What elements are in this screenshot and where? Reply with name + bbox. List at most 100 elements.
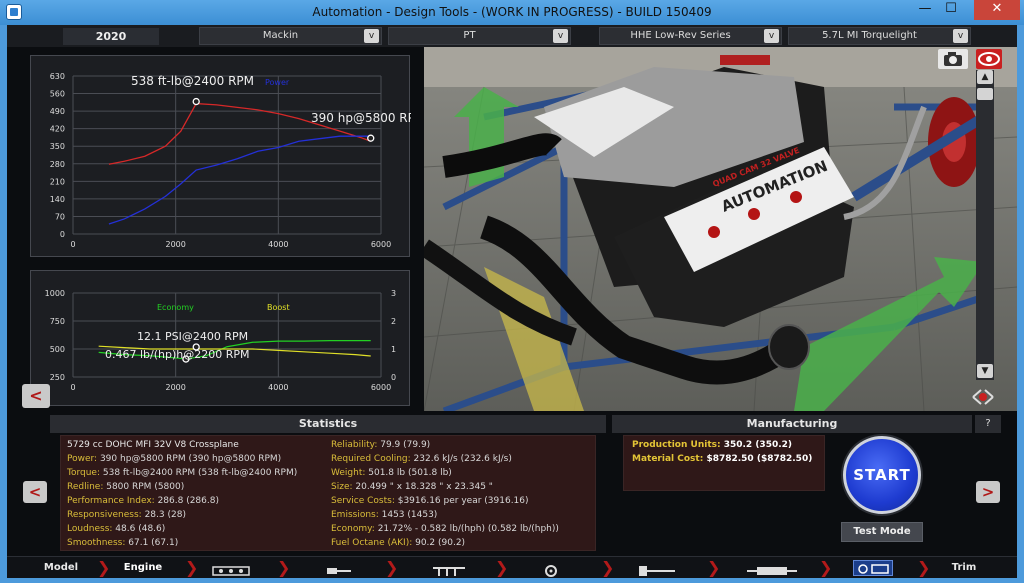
dyno-icon[interactable] bbox=[853, 560, 893, 576]
power-peak-label: 390 hp@5800 RPM bbox=[311, 111, 411, 125]
stat-base: (48.6) bbox=[135, 524, 166, 534]
stat-base: (232.6 kJ/s) bbox=[457, 454, 512, 464]
close-button[interactable]: ✕ bbox=[974, 0, 1020, 20]
x-tick-label: 0 bbox=[70, 240, 75, 249]
stat-value: 67.1 bbox=[128, 538, 149, 548]
window-title: Automation - Design Tools - (WORK IN PRO… bbox=[312, 5, 712, 19]
stat-base: (538 ft-lb@2400 RPM) bbox=[195, 468, 298, 478]
production-units: Production Units: 350.2 (350.2) bbox=[632, 440, 792, 450]
variant-dropdown[interactable]: PT v bbox=[388, 27, 571, 45]
help-button[interactable]: ? bbox=[975, 415, 1001, 433]
head-icon[interactable] bbox=[325, 562, 353, 574]
engine-family-dropdown[interactable]: HHE Low-Rev Series v bbox=[599, 27, 782, 45]
chevron-down-icon[interactable]: v bbox=[364, 29, 379, 43]
stat-left-row: Power: 390 hp@5800 RPM (390 hp@5800 RPM) bbox=[67, 454, 281, 464]
production-units-base: (350.2) bbox=[752, 440, 793, 450]
back-button[interactable]: < bbox=[22, 384, 50, 408]
start-button[interactable]: START bbox=[843, 436, 921, 514]
stat-label: Fuel Octane (AKI): bbox=[331, 538, 416, 548]
torque-peak-label: 538 ft-lb@2400 RPM bbox=[131, 74, 254, 88]
engine-variant-dropdown[interactable]: 5.7L MI Torquelight v bbox=[788, 27, 971, 45]
bottom-navigation: Model ❯ Engine ❯ ❯ ❯ ❯ ❯ ❯ ❯ ❯ Trim bbox=[7, 556, 1017, 578]
stat-label: Responsiveness: bbox=[67, 510, 145, 520]
viewport-zoom-scrollbar[interactable]: ▲ ▼ bbox=[976, 70, 994, 380]
y-tick-label-left: 500 bbox=[50, 345, 65, 354]
stat-left-row: Loudness: 48.6 (48.6) bbox=[67, 524, 165, 534]
stat-label: Redline: bbox=[67, 482, 107, 492]
camera-icon[interactable] bbox=[938, 49, 968, 69]
maximize-button[interactable]: ☐ bbox=[938, 0, 964, 20]
nav-separator: ❯ bbox=[385, 558, 399, 577]
stat-value: 79.9 bbox=[380, 440, 401, 450]
stat-label: Loudness: bbox=[67, 524, 116, 534]
nav-separator: ❯ bbox=[601, 558, 615, 577]
turbo-icon[interactable] bbox=[539, 562, 563, 577]
exhaust-icon[interactable] bbox=[747, 562, 797, 575]
boost-legend: Boost bbox=[267, 303, 290, 312]
stat-label: Service Costs: bbox=[331, 496, 398, 506]
family-dropdown[interactable]: Mackin v bbox=[199, 27, 382, 45]
reset-view-icon[interactable] bbox=[969, 387, 997, 407]
nav-engine[interactable]: Engine bbox=[109, 557, 177, 579]
eye-icon[interactable] bbox=[976, 49, 1002, 69]
y-tick-label: 280 bbox=[50, 160, 65, 169]
stat-base: (0.582 lb/(hph)) bbox=[485, 524, 559, 534]
crank-icon[interactable] bbox=[431, 562, 467, 576]
window-frame-left bbox=[0, 25, 7, 583]
x-tick-label: 4000 bbox=[268, 383, 288, 392]
stat-label: Reliability: bbox=[331, 440, 381, 450]
nav-separator: ❯ bbox=[97, 558, 111, 577]
stat-value: $3916.16 per year bbox=[397, 496, 482, 506]
material-cost-base: ($8782.50) bbox=[753, 454, 813, 464]
stat-value: 390 hp@5800 RPM bbox=[99, 454, 186, 464]
prev-page-button[interactable]: < bbox=[23, 481, 47, 503]
chevron-down-icon[interactable]: v bbox=[953, 29, 968, 43]
y-tick-label: 490 bbox=[50, 107, 65, 116]
y-tick-label-left: 250 bbox=[50, 373, 65, 382]
x-tick-label: 0 bbox=[70, 383, 75, 392]
power-peak-marker bbox=[367, 134, 375, 142]
engine-family-dropdown-label: HHE Low-Rev Series bbox=[630, 30, 731, 41]
stat-value: 21.72% - 0.582 lb/(hph) bbox=[377, 524, 485, 534]
stat-right-row: Fuel Octane (AKI): 90.2 (90.2) bbox=[331, 538, 465, 548]
test-mode-button[interactable]: Test Mode bbox=[841, 522, 923, 542]
stat-right-row: Economy: 21.72% - 0.582 lb/(hph) (0.582 … bbox=[331, 524, 559, 534]
y-tick-label: 210 bbox=[50, 177, 65, 186]
stat-right-row: Emissions: 1453 (1453) bbox=[331, 510, 437, 520]
fuel-icon[interactable] bbox=[637, 562, 677, 576]
stat-label: Performance Index: bbox=[67, 496, 158, 506]
x-tick-label: 2000 bbox=[165, 240, 185, 249]
y-tick-label: 350 bbox=[50, 142, 65, 151]
production-units-value: 350.2 bbox=[723, 440, 753, 450]
power-legend: Power bbox=[265, 78, 290, 87]
x-tick-label: 4000 bbox=[268, 240, 288, 249]
stat-label: Required Cooling: bbox=[331, 454, 414, 464]
stat-label: Smoothness: bbox=[67, 538, 129, 548]
nav-trim[interactable]: Trim bbox=[939, 557, 989, 579]
chevron-down-icon[interactable]: v bbox=[553, 29, 568, 43]
stat-value: 5800 RPM bbox=[106, 482, 152, 492]
economy-boost-chart: 250 500 750 1000 0 1 2 3 0 2000 4000 6000 Economy Boo… bbox=[45, 289, 396, 392]
stat-right-row: Weight: 501.8 lb (501.8 lb) bbox=[331, 468, 452, 478]
stat-base: (1453) bbox=[404, 510, 438, 520]
stat-base: (67.1) bbox=[148, 538, 179, 548]
statistics-header: Statistics bbox=[50, 415, 606, 433]
scroll-up-icon[interactable]: ▲ bbox=[977, 70, 993, 84]
minimize-button[interactable]: — bbox=[912, 0, 938, 20]
statistics-panel: 5729 cc DOHC MFI 32V V8 Crossplane Power… bbox=[60, 435, 596, 551]
stat-value: 286.8 bbox=[157, 496, 184, 506]
engine-3d-viewport[interactable]: AUTOMATION QUAD CAM 32 VALVE bbox=[424, 47, 1017, 411]
stat-base: (390 hp@5800 RPM) bbox=[185, 454, 282, 464]
block-icon[interactable] bbox=[211, 562, 251, 576]
scroll-down-icon[interactable]: ▼ bbox=[977, 364, 993, 378]
material-cost-label: Material Cost: bbox=[632, 454, 707, 464]
next-page-button[interactable]: > bbox=[976, 481, 1000, 503]
stat-value: 232.6 kJ/s bbox=[413, 454, 458, 464]
chevron-down-icon[interactable]: v bbox=[764, 29, 779, 43]
stat-value: 1453 bbox=[381, 510, 405, 520]
nav-model[interactable]: Model bbox=[37, 557, 85, 579]
y-tick-label-left: 750 bbox=[50, 317, 65, 326]
stat-left-row: Smoothness: 67.1 (67.1) bbox=[67, 538, 178, 548]
stat-label: Economy: bbox=[331, 524, 378, 534]
scroll-thumb[interactable] bbox=[977, 88, 993, 100]
